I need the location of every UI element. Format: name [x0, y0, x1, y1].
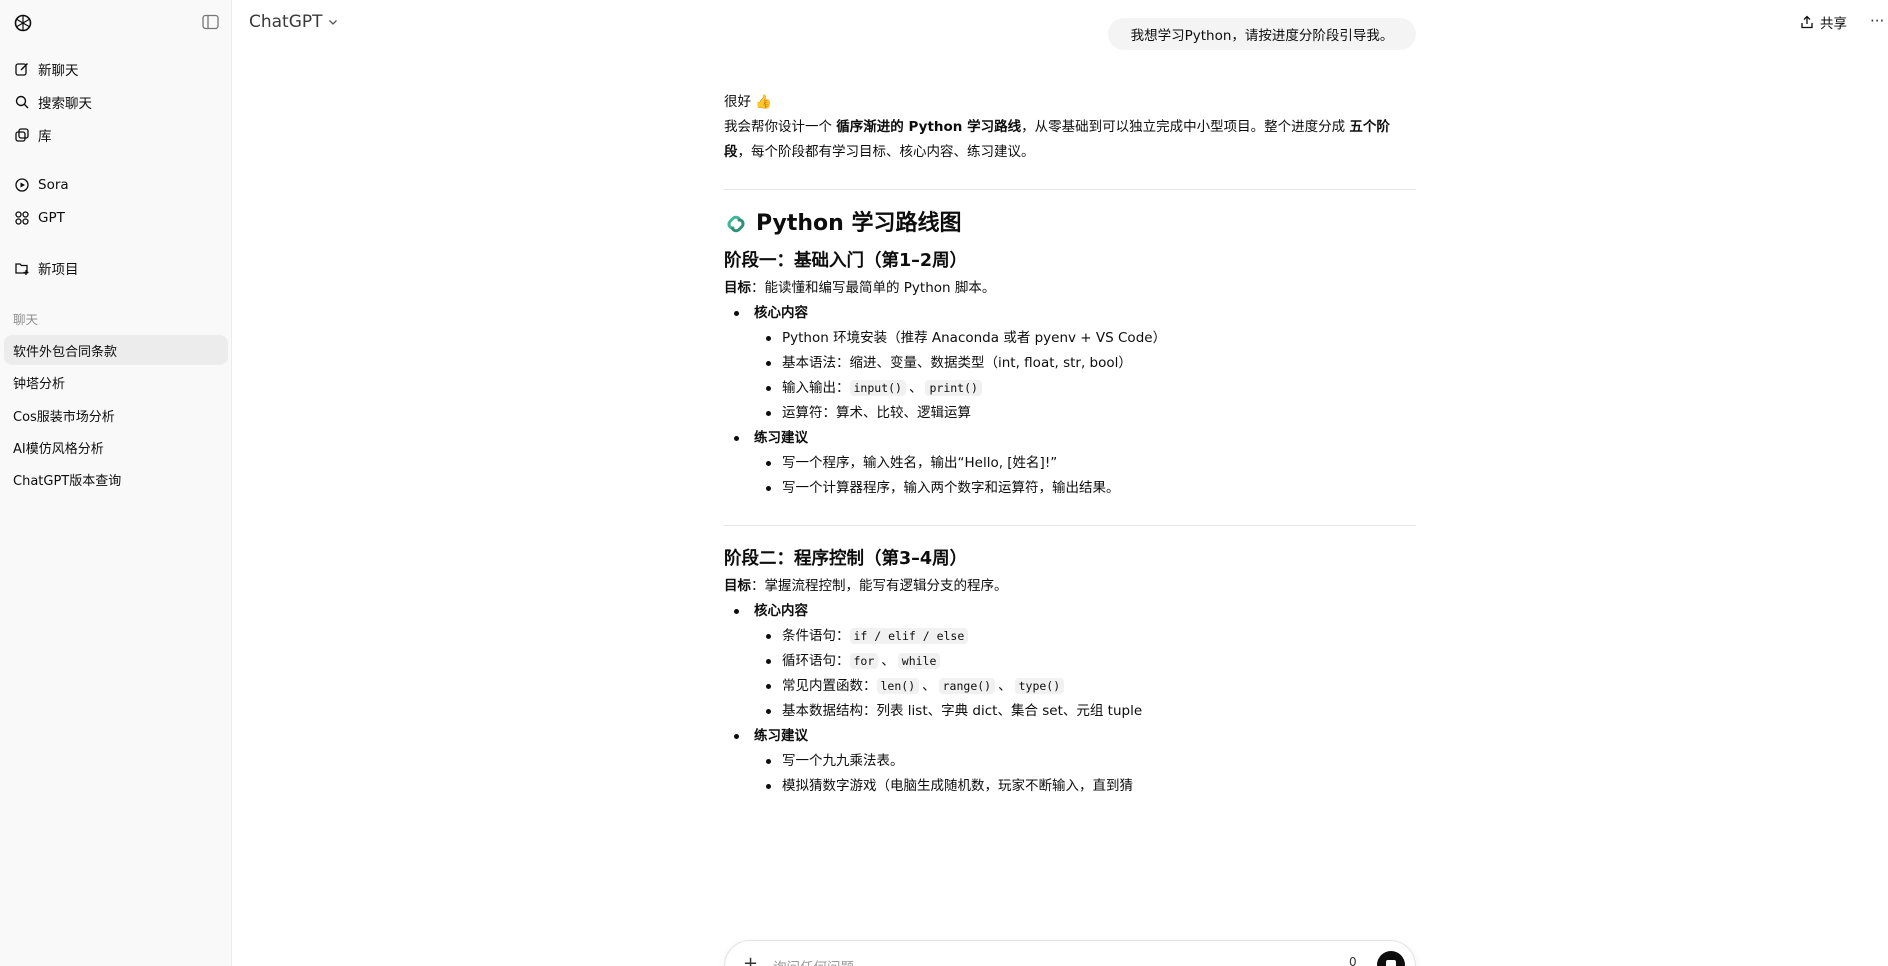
message-composer[interactable]: + 询问任何问题 0: [724, 940, 1416, 966]
chat-item[interactable]: ChatGPT版本查询: [4, 464, 228, 494]
list-item: 核心内容 Python 环境安装（推荐 Anaconda 或者 pyenv + …: [724, 301, 1416, 426]
list-item: 运算符：算术、比较、逻辑运算: [754, 401, 1416, 426]
list-item: 基本语法：缩进、变量、数据类型（int, float, str, bool）: [754, 351, 1416, 376]
gpt-label: GPT: [38, 210, 65, 226]
list-item: 循环语句： for、 while: [754, 649, 1416, 674]
voice-input-button[interactable]: 0: [1349, 955, 1357, 966]
stage-2-list: 核心内容 条件语句： if / elif / else 循环语句： for、 whil…: [724, 599, 1416, 799]
search-chats-button[interactable]: 搜索聊天: [4, 87, 228, 117]
sub-list: 写一个程序，输入姓名，输出“Hello, [姓名]!” 写一个计算器程序，输入两…: [754, 451, 1416, 501]
chat-item[interactable]: 软件外包合同条款: [4, 335, 228, 365]
library-icon: [14, 127, 30, 143]
library-button[interactable]: 库: [4, 120, 228, 150]
sidebar: 新聊天 搜索聊天 库 Sora GPT 新项目 聊天 软件外包合同条款 钟塔分析…: [0, 0, 232, 966]
new-project-label: 新项目: [38, 262, 79, 278]
list-item: 模拟猜数字游戏（电脑生成随机数，玩家不断输入，直到猜: [754, 774, 1416, 799]
user-message-bubble: 我想学习Python，请按进度分阶段引导我。: [1108, 18, 1416, 50]
folder-plus-icon: [14, 260, 30, 276]
chats-section-label: 聊天: [13, 312, 39, 327]
stop-icon: [1386, 960, 1396, 966]
new-chat-button[interactable]: 新聊天: [4, 54, 228, 84]
grid-icon: [14, 210, 30, 226]
stage-1-heading: 阶段一：基础入门（第1–2周）: [724, 251, 968, 271]
chat-item[interactable]: AI模仿风格分析: [4, 432, 228, 462]
share-icon: [1801, 15, 1813, 29]
sidebar-top: [0, 0, 231, 46]
intro-paragraph: 我会帮你设计一个 循序渐进的 Python 学习路线，从零基础到可以独立完成中小…: [724, 119, 1390, 160]
search-chats-label: 搜索聊天: [38, 96, 92, 112]
openai-logo-icon[interactable]: [13, 13, 33, 33]
chevron-down-icon: [328, 20, 337, 25]
list-item: 常见内置函数： len()、 range()、 type(): [754, 674, 1416, 699]
list-item: 输入输出： input()、 print(): [754, 376, 1416, 401]
sidebar-toggle-icon[interactable]: [202, 14, 219, 30]
list-item: 基本数据结构：列表 list、字典 dict、集合 set、元组 tuple: [754, 699, 1416, 724]
chat-item[interactable]: 钟塔分析: [4, 367, 228, 397]
divider: [724, 525, 1416, 526]
library-label: 库: [38, 129, 52, 145]
sub-list: 写一个九九乘法表。 模拟猜数字游戏（电脑生成随机数，玩家不断输入，直到猜: [754, 749, 1416, 799]
edit-icon: [14, 61, 30, 77]
sora-icon: [14, 177, 30, 193]
list-item: 写一个九九乘法表。: [754, 749, 1416, 774]
sub-list: Python 环境安装（推荐 Anaconda 或者 pyenv + VS Co…: [754, 326, 1416, 426]
message-input[interactable]: 询问任何问题: [773, 956, 854, 966]
greeting: 很好 👍: [724, 94, 773, 110]
model-switcher[interactable]: ChatGPT: [249, 12, 339, 32]
stop-button[interactable]: [1377, 951, 1405, 966]
stage-2-goal: 目标：掌握流程控制，能写有逻辑分支的程序。: [724, 578, 1008, 594]
link-icon: [727, 215, 745, 233]
stage-1-goal: 目标：能读懂和编写最简单的 Python 脚本。: [724, 280, 996, 296]
more-options-button[interactable]: ···: [1870, 12, 1884, 30]
list-item: 条件语句： if / elif / else: [754, 624, 1416, 649]
divider: [724, 189, 1416, 190]
sora-button[interactable]: Sora: [4, 170, 228, 200]
stage-1-list: 核心内容 Python 环境安装（推荐 Anaconda 或者 pyenv + …: [724, 301, 1416, 501]
list-item: 写一个程序，输入姓名，输出“Hello, [姓名]!”: [754, 451, 1416, 476]
search-icon: [14, 94, 30, 110]
share-button[interactable]: 共享: [1800, 12, 1847, 32]
share-label: 共享: [1820, 16, 1847, 32]
list-item: Python 环境安装（推荐 Anaconda 或者 pyenv + VS Co…: [754, 326, 1416, 351]
stage-2-heading: 阶段二：程序控制（第3–4周）: [724, 549, 968, 569]
new-project-button[interactable]: 新项目: [4, 253, 228, 283]
sub-list: 条件语句： if / elif / else 循环语句： for、 while 常见内…: [754, 624, 1416, 724]
assistant-message: 很好 👍 我会帮你设计一个 循序渐进的 Python 学习路线，从零基础到可以独…: [724, 90, 1416, 799]
chat-item[interactable]: Cos服装市场分析: [4, 400, 228, 430]
chatgpt-app: 新聊天 搜索聊天 库 Sora GPT 新项目 聊天 软件外包合同条款 钟塔分析…: [0, 0, 1888, 966]
model-label: ChatGPT: [249, 12, 323, 32]
add-attachment-button[interactable]: +: [743, 953, 758, 966]
list-item: 核心内容 条件语句： if / elif / else 循环语句： for、 whil…: [724, 599, 1416, 724]
gpt-button[interactable]: GPT: [4, 203, 228, 233]
roadmap-heading: Python 学习路线图: [724, 208, 1416, 240]
list-item: 练习建议 写一个程序，输入姓名，输出“Hello, [姓名]!” 写一个计算器程…: [724, 426, 1416, 501]
list-item: 写一个计算器程序，输入两个数字和运算符，输出结果。: [754, 476, 1416, 501]
list-item: 练习建议 写一个九九乘法表。 模拟猜数字游戏（电脑生成随机数，玩家不断输入，直到…: [724, 724, 1416, 799]
new-chat-label: 新聊天: [38, 63, 79, 79]
sora-label: Sora: [38, 177, 69, 193]
